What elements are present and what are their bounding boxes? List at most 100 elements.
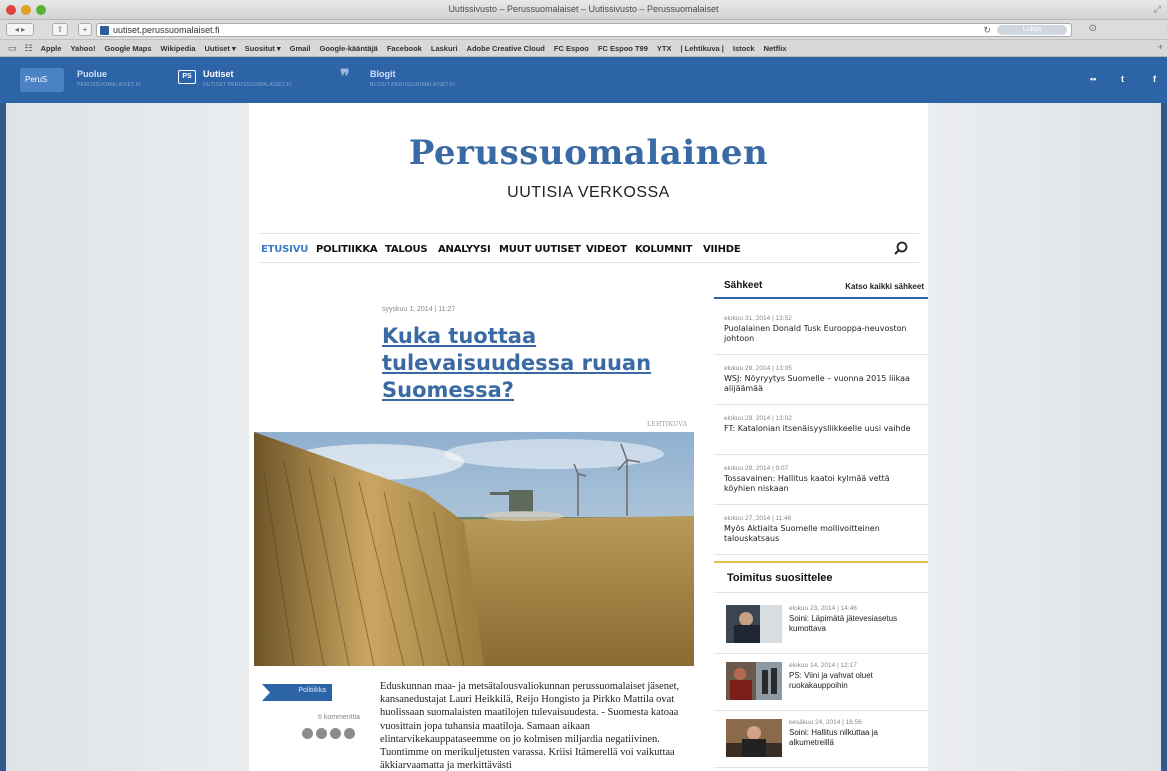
grid-icon[interactable]: ☷ bbox=[25, 43, 33, 54]
recommended-item[interactable]: elokuu 23, 2014 | 14:46 Soini: Läpimätä … bbox=[714, 598, 928, 654]
nav-item-etusivu[interactable]: ETUSIVU bbox=[261, 244, 308, 255]
add-icon[interactable]: + bbox=[78, 23, 92, 36]
bookmark-item[interactable]: Yahoo! bbox=[70, 44, 95, 53]
bookmarks-bar: ▭ ☷ Apple Yahoo! Google Maps Wikipedia U… bbox=[0, 40, 1167, 57]
recommended-headline[interactable]: Soini: Hallitus nilkuttaa ja alkumetreil… bbox=[789, 728, 924, 748]
photo-credit: LEHTIKUVA bbox=[647, 421, 688, 428]
address-bar[interactable]: uutiset.perussuomalaiset.fi ↻ Lukija bbox=[96, 23, 1072, 37]
news-list-item[interactable]: elokuu 29, 2014 | 13:02 FT: Katalonian i… bbox=[714, 409, 928, 455]
network-link-puolue[interactable]: Puolue PERUSSUOMALAISET.FI bbox=[77, 69, 141, 88]
see-all-link[interactable]: Katso kaikki sähkeet bbox=[845, 282, 924, 291]
category-label: Politiikka bbox=[298, 687, 326, 694]
news-list-item[interactable]: elokuu 29, 2014 | 9:07 Tossavainen: Hall… bbox=[714, 459, 928, 505]
bookmark-item[interactable]: | Lehtikuva | bbox=[681, 44, 724, 53]
reader-button[interactable]: Lukija bbox=[997, 25, 1067, 35]
site-favicon-icon bbox=[100, 26, 109, 35]
recommended-date: kesäkuu 24, 2014 | 16:56 bbox=[789, 719, 862, 726]
bookmark-item[interactable]: Adobe Creative Cloud bbox=[467, 44, 545, 53]
news-date: elokuu 31, 2014 | 13:52 bbox=[724, 315, 792, 322]
bookmark-item[interactable]: Laskuri bbox=[431, 44, 458, 53]
news-date: elokuu 27, 2014 | 11:46 bbox=[724, 515, 792, 522]
bookmark-item[interactable]: Apple bbox=[41, 44, 62, 53]
bookmark-item[interactable]: Uutiset ▾ bbox=[205, 44, 236, 53]
news-list-item[interactable]: elokuu 31, 2014 | 13:52 Puolalainen Dona… bbox=[714, 309, 928, 355]
news-headline[interactable]: Puolalainen Donald Tusk Eurooppa-neuvost… bbox=[724, 324, 919, 344]
news-headline[interactable]: FT: Katalonian itsenäisyysliikkeelle uus… bbox=[724, 424, 919, 434]
article-body: Eduskunnan maa- ja metsätalousvaliokunna… bbox=[380, 681, 680, 771]
back-forward-buttons[interactable]: ◂ ▸ bbox=[6, 23, 34, 36]
recommended-header: Toimitus suosittelee bbox=[714, 561, 928, 593]
bookmark-item[interactable]: Netflix bbox=[764, 44, 787, 53]
network-link-sub: UUTISET.PERUSSUOMALAISET.FI bbox=[203, 82, 292, 88]
twitter-icon[interactable]: t bbox=[1121, 74, 1124, 84]
bookmark-item[interactable]: Google-kääntäjä bbox=[319, 44, 377, 53]
recommended-thumbnail[interactable] bbox=[726, 605, 782, 643]
main-nav: ETUSIVU POLITIIKKA TALOUS ANALYYSI MUUT … bbox=[259, 233, 919, 263]
nav-item-kolumnit[interactable]: KOLUMNIT bbox=[635, 244, 692, 255]
category-tag[interactable]: Politiikka bbox=[262, 684, 332, 701]
bookmark-item[interactable]: Suositut ▾ bbox=[245, 44, 281, 53]
recommended-thumbnail[interactable] bbox=[726, 662, 782, 700]
bookmark-item[interactable]: Wikipedia bbox=[161, 44, 196, 53]
nav-item-talous[interactable]: TALOUS bbox=[385, 244, 428, 255]
nav-item-videot[interactable]: VIDEOT bbox=[586, 244, 627, 255]
logo-text: PeruS bbox=[25, 75, 48, 84]
sahkeet-title: Sähkeet bbox=[724, 280, 763, 291]
news-date: elokuu 29, 2014 | 13:05 bbox=[724, 365, 792, 372]
bookmark-item[interactable]: Facebook bbox=[387, 44, 422, 53]
nav-item-politiikka[interactable]: POLITIIKKA bbox=[316, 244, 378, 255]
bookmark-item[interactable]: FC Espoo T99 bbox=[598, 44, 648, 53]
network-link-uutiset[interactable]: Uutiset UUTISET.PERUSSUOMALAISET.FI bbox=[203, 69, 291, 88]
content-column: Perussuomalainen UUTISIA VERKOSSA ETUSIV… bbox=[249, 103, 928, 771]
news-headline[interactable]: Tossavainen: Hallitus kaatoi kylmää vett… bbox=[724, 474, 919, 494]
news-list-item[interactable]: elokuu 27, 2014 | 11:46 Myös Aktiaita Su… bbox=[714, 509, 928, 555]
nav-item-viihde[interactable]: VIIHDE bbox=[703, 244, 741, 255]
window-title: Uutissivusto – Perussuomalaiset – Uutiss… bbox=[448, 4, 719, 14]
bookmark-item[interactable]: YTX bbox=[657, 44, 672, 53]
network-link-label: Uutiset bbox=[203, 69, 234, 79]
recommended-title: Toimitus suosittelee bbox=[727, 572, 833, 584]
share-google-icon[interactable] bbox=[330, 728, 341, 739]
news-date: elokuu 29, 2014 | 9:07 bbox=[724, 465, 789, 472]
share-icon[interactable]: ⇪ bbox=[52, 23, 68, 36]
downloads-icon[interactable]: ⊙ bbox=[1089, 23, 1097, 34]
print-icon[interactable] bbox=[344, 728, 355, 739]
share-facebook-icon[interactable] bbox=[302, 728, 313, 739]
news-list-item[interactable]: elokuu 29, 2014 | 13:05 WSJ: Nöyryytys S… bbox=[714, 359, 928, 405]
network-link-sub: PERUSSUOMALAISET.FI bbox=[77, 82, 141, 88]
network-link-sub: BLOGIT.PERUSSUOMALAISET.FI bbox=[370, 82, 456, 88]
share-buttons bbox=[302, 728, 355, 739]
masthead-title[interactable]: Perussuomalainen bbox=[249, 133, 928, 173]
nav-item-muut-uutiset[interactable]: MUUT UUTISET bbox=[499, 244, 581, 255]
toolbar: ◂ ▸ ⇪ + uutiset.perussuomalaiset.fi ↻ Lu… bbox=[0, 20, 1167, 40]
recommended-thumbnail[interactable] bbox=[726, 719, 782, 757]
recommended-headline[interactable]: PS: Viini ja vahvat oluet ruokakauppoihi… bbox=[789, 671, 924, 691]
reload-icon[interactable]: ↻ bbox=[983, 25, 991, 36]
flickr-icon[interactable]: •• bbox=[1090, 74, 1096, 84]
recommended-item[interactable]: elokuu 14, 2014 | 12:17 PS: Viini ja vah… bbox=[714, 655, 928, 711]
ps-icon: PS bbox=[178, 70, 196, 84]
site-logo[interactable]: PeruS bbox=[20, 68, 64, 92]
article-hero-image[interactable] bbox=[254, 432, 694, 666]
bookmark-item[interactable]: Gmail bbox=[290, 44, 311, 53]
recommended-item[interactable]: kesäkuu 24, 2014 | 16:56 Soini: Hallitus… bbox=[714, 712, 928, 768]
nav-item-analyysi[interactable]: ANALYYSI bbox=[438, 244, 491, 255]
share-twitter-icon[interactable] bbox=[316, 728, 327, 739]
fullscreen-icon[interactable]: ⤢ bbox=[1154, 4, 1161, 15]
comment-count[interactable]: 6 kommenttia bbox=[287, 714, 360, 721]
network-link-blogit[interactable]: Blogit BLOGIT.PERUSSUOMALAISET.FI bbox=[370, 69, 455, 88]
news-headline[interactable]: WSJ: Nöyryytys Suomelle – vuonna 2015 li… bbox=[724, 374, 919, 394]
quote-icon: ❞ bbox=[340, 66, 350, 86]
recommended-headline[interactable]: Soini: Läpimätä jätevesiasetus kumottava bbox=[789, 614, 924, 634]
network-link-label: Blogit bbox=[370, 69, 396, 79]
add-bookmark-icon[interactable]: + bbox=[1158, 42, 1163, 52]
news-headline[interactable]: Myös Aktiaita Suomelle mollivoitteinen t… bbox=[724, 524, 919, 544]
bookmark-item[interactable]: FC Espoo bbox=[554, 44, 589, 53]
bookmark-item[interactable]: Istock bbox=[733, 44, 755, 53]
book-icon[interactable]: ▭ bbox=[8, 43, 17, 54]
article-title[interactable]: Kuka tuottaa tulevaisuudessa ruuan Suome… bbox=[382, 323, 682, 404]
search-icon[interactable] bbox=[893, 240, 909, 256]
facebook-icon[interactable]: f bbox=[1153, 74, 1156, 84]
bookmark-item[interactable]: Google Maps bbox=[104, 44, 151, 53]
masthead-tagline: UUTISIA VERKOSSA bbox=[507, 184, 670, 201]
